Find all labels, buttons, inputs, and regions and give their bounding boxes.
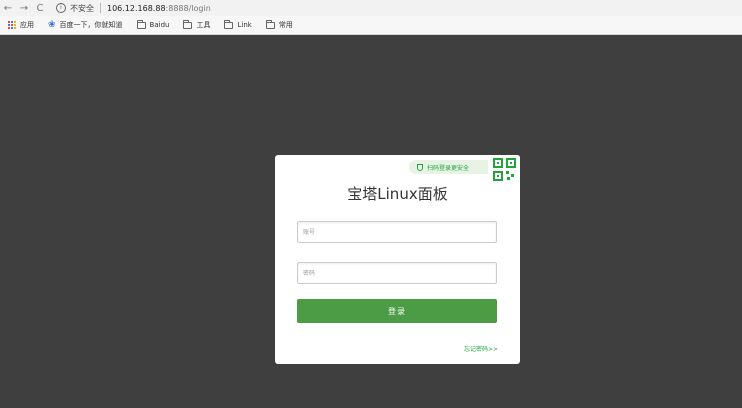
login-card: 扫码登录更安全 宝塔Linux面板 登录 忘记密码>> [275, 155, 520, 364]
apps-grid-icon [8, 21, 16, 29]
bookmark-common-folder[interactable]: 常用 [265, 19, 293, 30]
bookmark-baidu-search[interactable]: ❀ 百度一下，你就知道 [48, 20, 123, 30]
shield-icon [417, 163, 423, 171]
back-icon: ← [3, 2, 13, 14]
forward-button[interactable]: → [16, 0, 32, 16]
info-icon[interactable]: i [56, 3, 66, 13]
bookmark-label: 常用 [278, 21, 293, 29]
username-input[interactable] [297, 221, 497, 243]
insecure-label[interactable]: 不安全 [70, 3, 94, 14]
browser-toolbar: ← → C i 不安全 106.12.168.88:8888/login [0, 0, 742, 16]
bookmark-baidu-folder[interactable]: Baidu [136, 19, 170, 29]
bookmark-label: Link [237, 21, 252, 29]
folder-icon [183, 19, 193, 29]
folder-icon [265, 19, 275, 29]
forward-icon: → [19, 2, 29, 14]
qr-tip-text: 扫码登录更安全 [427, 164, 470, 172]
bookmark-tools-folder[interactable]: 工具 [183, 19, 211, 30]
address-bar[interactable]: i 不安全 106.12.168.88:8888/login [56, 1, 742, 15]
folder-icon [136, 19, 146, 29]
bookmark-label: 工具 [196, 21, 211, 29]
password-input[interactable] [297, 262, 497, 284]
reload-button[interactable]: C [32, 0, 48, 16]
bookmark-link-folder[interactable]: Link [224, 19, 252, 29]
page-title: 宝塔Linux面板 [347, 185, 448, 203]
login-button[interactable]: 登录 [297, 299, 497, 323]
address-divider [100, 3, 101, 13]
qr-login-tip[interactable]: 扫码登录更安全 [409, 160, 498, 174]
bookmark-apps[interactable]: 应用 [8, 20, 34, 30]
bookmark-label: 百度一下，你就知道 [59, 21, 123, 29]
bookmark-label: 应用 [20, 21, 34, 29]
url-host: 106.12.168.88 [107, 3, 166, 13]
qr-code-icon [493, 158, 516, 181]
back-button[interactable]: ← [0, 0, 16, 16]
baidu-paw-icon: ❀ [48, 20, 56, 30]
url-path: :8888/login [165, 3, 211, 13]
bookmark-label: Baidu [149, 21, 170, 29]
folder-icon [224, 19, 234, 29]
bookmarks-bar: 应用 ❀ 百度一下，你就知道 Baidu 工具 Link 常用 [0, 16, 742, 35]
reload-icon: C [36, 2, 44, 14]
forgot-password-link[interactable]: 忘记密码>> [464, 344, 498, 353]
